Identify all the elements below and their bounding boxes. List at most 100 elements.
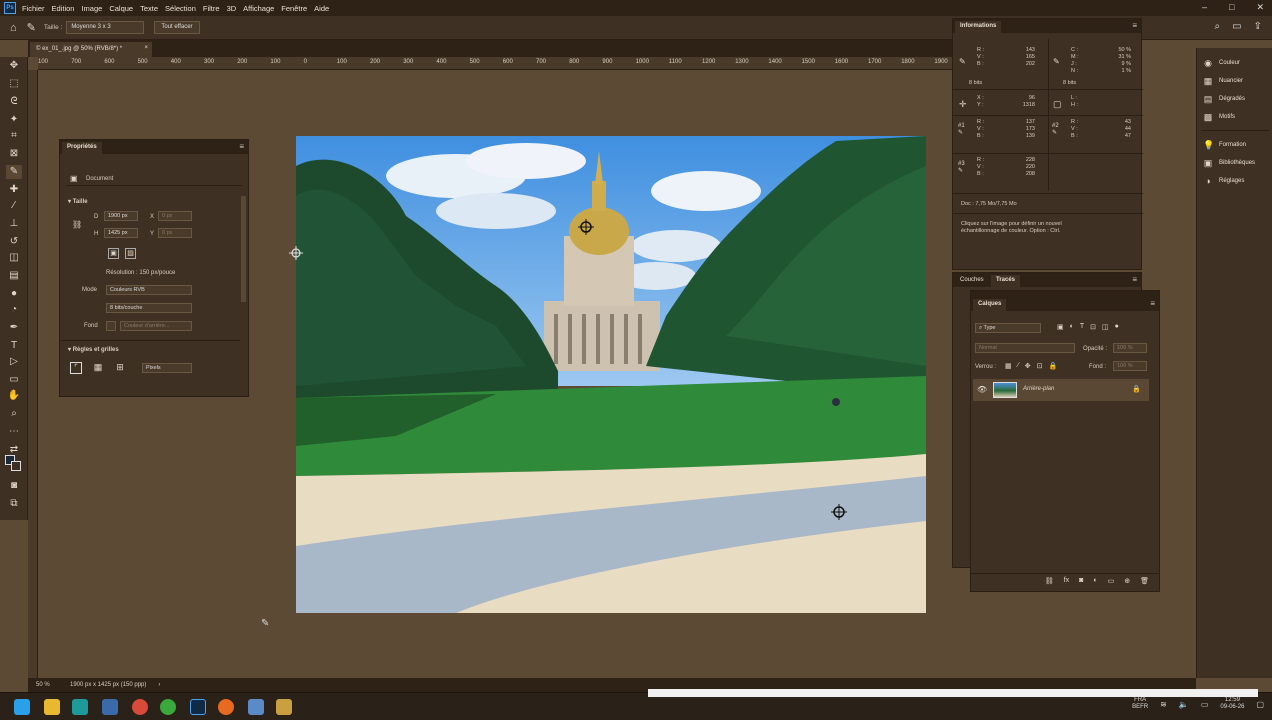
mode-select[interactable]: Couleurs RVB [106,285,192,295]
wifi-icon[interactable]: ≋ [1160,700,1167,709]
menu-texte[interactable]: Texte [140,4,158,13]
menu-edition[interactable]: Edition [52,4,75,13]
calculator-icon[interactable] [72,699,88,715]
width-field[interactable]: 1900 px [104,211,138,221]
menu-fichier[interactable]: Fichier [22,4,45,13]
group-icon[interactable]: ▭ [1108,577,1115,589]
tab-close-icon[interactable]: × [144,45,148,51]
firefox-icon[interactable] [218,699,234,715]
gradient-tool-icon[interactable]: ▤ [6,269,22,283]
filter-text-icon[interactable]: T [1080,323,1084,331]
maximize-icon[interactable]: □ [1229,2,1234,13]
lasso-tool-icon[interactable]: ᘓ [6,95,22,109]
lock-pixels-icon[interactable]: ▦ [1005,362,1012,370]
close-icon[interactable]: ✕ [1256,2,1264,13]
history-brush-icon[interactable]: ↺ [6,235,22,249]
menu-fenetre[interactable]: Fenêtre [281,4,307,13]
tray-lang[interactable]: FRA BEFR [1132,697,1148,711]
text-tool-icon[interactable]: T [6,339,22,353]
traces-tab[interactable]: Tracés [991,275,1021,287]
height-field[interactable]: 1425 px [104,228,138,238]
menu-filtre[interactable]: Filtre [203,4,220,13]
layer-row[interactable]: 👁 Arrière-plan 🔒 [973,379,1149,401]
dock-bibliotheques[interactable]: ▣ Bibliothèques [1203,156,1255,170]
evernote-icon[interactable] [160,699,176,715]
section-rules-label[interactable]: ▾ Règles et grilles [68,346,119,353]
magic-wand-icon[interactable]: ✦ [6,113,22,127]
section-size-label[interactable]: ▾ Taille [68,198,88,205]
fill-field[interactable]: 100 % [1113,361,1147,371]
file-explorer-icon[interactable] [44,699,60,715]
size-select[interactable]: Moyenne 3 x 3 [66,21,145,34]
brush-tool-icon[interactable]: ∕ [6,199,22,213]
volume-icon[interactable]: 🔈 [1179,700,1189,709]
more-tools-icon[interactable]: ⋯ [6,425,22,439]
hand-tool-icon[interactable]: ✋ [6,389,22,403]
x-field[interactable]: 0 px [158,211,192,221]
battery-icon[interactable]: ▭ [1201,700,1209,709]
document-tab[interactable]: © ex_01_.jpg @ 50% (RVB/8*) * × [30,42,152,57]
lock-move-icon[interactable]: ✥ [1025,362,1031,370]
info-panel-menu-icon[interactable]: ≡ [1132,21,1137,30]
lock-paint-icon[interactable]: ∕ [1018,362,1019,370]
photoshop-taskbar-icon[interactable] [190,699,206,715]
blend-mode-select[interactable]: Normal [975,343,1075,353]
dodge-tool-icon[interactable]: ◔ [6,303,22,317]
dock-reglages[interactable]: ◑ Réglages [1203,174,1244,188]
link-layers-icon[interactable]: ⛓ [1045,577,1054,589]
menu-calque[interactable]: Calque [109,4,133,13]
grid-toggle-icon[interactable]: ▦ [92,362,104,374]
dock-nuancier[interactable]: ▦ Nuancier [1203,74,1243,88]
dock-couleur[interactable]: ◉ Couleur [1203,56,1240,70]
channels-panel-menu-icon[interactable]: ≡ [1132,275,1137,284]
stamp-tool-icon[interactable]: ⊥ [6,217,22,231]
layer-mask-icon[interactable]: ◙ [1079,577,1083,589]
lock-all-icon[interactable]: 🔒 [1049,362,1058,370]
crop-tool-icon[interactable]: ⌗ [6,129,22,143]
windows-start-icon[interactable] [14,699,30,715]
ruler-toggle-icon[interactable]: ⌜ [70,362,82,374]
tray-clock[interactable]: 12:59 09-06-26 [1220,697,1244,711]
blur-tool-icon[interactable]: ● [6,287,22,301]
search-icon[interactable]: ⌕ [1215,21,1221,32]
chrome-icon[interactable] [132,699,148,715]
properties-scrollbar[interactable] [241,196,246,302]
app-grid-icon[interactable] [102,699,118,715]
home-icon[interactable]: ⌂ [10,22,17,34]
path-select-icon[interactable]: ▷ [6,355,22,369]
marquee-tool-icon[interactable]: ⬚ [6,77,22,91]
layers-tab[interactable]: Calques [973,299,1007,311]
sampler-marker-2[interactable] [289,246,303,260]
y-field[interactable]: 0 px [158,228,192,238]
zoom-level[interactable]: 50 % [36,682,64,688]
menu-selection[interactable]: Sélection [165,4,196,13]
dock-formation[interactable]: 💡 Formation [1203,138,1246,152]
dock-degrades[interactable]: ▤ Dégradés [1203,92,1245,106]
frame-tool-icon[interactable]: ⊠ [6,147,22,161]
delete-layer-icon[interactable]: 🗑 [1140,577,1149,589]
opacity-field[interactable]: 100 % [1113,343,1147,353]
link-icon[interactable]: ⛓ [72,220,82,229]
filter-toggle-icon[interactable]: ● [1115,323,1119,331]
couches-tab[interactable]: Couches [955,275,989,287]
quick-mask-icon[interactable]: ◙ [6,479,22,493]
panel-menu-icon[interactable]: ≡ [239,142,244,151]
layer-style-icon[interactable]: fx [1064,577,1069,589]
adjustment-layer-icon[interactable]: ◐ [1093,577,1097,589]
rectangle-tool-icon[interactable]: ▭ [6,373,22,387]
workspace-icon[interactable]: ▭ [1232,21,1241,32]
layer-filter-select[interactable]: ⌕ Type [975,323,1041,333]
eraser-tool-icon[interactable]: ◫ [6,251,22,265]
zoom-tool-icon[interactable]: ⌕ [6,407,22,421]
background-color-swatch[interactable] [11,461,21,471]
layer-name[interactable]: Arrière-plan [1023,386,1054,392]
eyedropper-tool-icon[interactable]: ✎ [6,165,22,179]
properties-tab[interactable]: Propriétés [62,142,102,154]
filter-pixel-icon[interactable]: ▣ [1057,323,1064,331]
share-icon[interactable]: ⇪ [1254,21,1262,32]
filter-shape-icon[interactable]: ⊡ [1090,323,1096,331]
clear-all-button[interactable]: Tout effacer [154,21,200,34]
status-arrow-icon[interactable]: › [158,682,160,688]
menu-3d[interactable]: 3D [227,4,237,13]
fond-select[interactable]: Couleur d'arrière... [120,321,192,331]
